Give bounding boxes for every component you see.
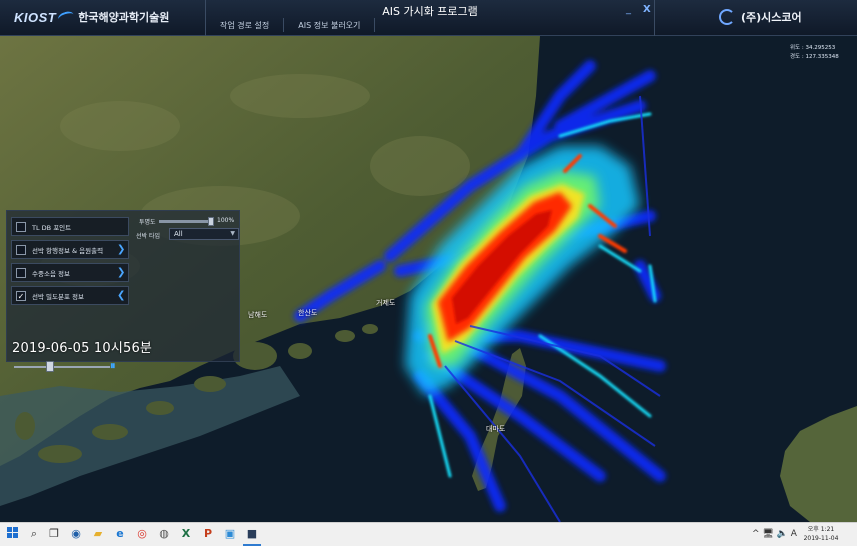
clock-date: 2019-11-04 xyxy=(803,535,839,542)
ship-type-select[interactable]: All ▼ xyxy=(169,228,239,240)
layer-row-noise[interactable]: 수중소음 정보 ❯ xyxy=(11,263,129,282)
minimize-button[interactable]: _ xyxy=(626,4,631,15)
swirl-logo-icon xyxy=(719,9,735,25)
ship-type-value: All xyxy=(174,230,183,238)
excel-icon[interactable]: X xyxy=(179,527,193,541)
time-slider-handle[interactable] xyxy=(46,361,55,372)
place-label-namhae: 남해도 xyxy=(248,311,268,319)
app-icon[interactable]: ◉ xyxy=(69,527,83,541)
opacity-slider-handle[interactable] xyxy=(208,217,214,226)
layer-checkbox-density[interactable]: ✓ xyxy=(16,290,26,301)
chevron-down-icon: ▼ xyxy=(230,230,235,237)
playback-datetime: 2019-06-05 10시56분 xyxy=(12,341,153,356)
layer-row-density[interactable]: ✓ 선박 밀도분포 정보 ❮ xyxy=(11,286,129,305)
ship-type-label: 선박 타입 xyxy=(136,233,160,240)
place-label-hansan: 한산도 xyxy=(298,309,318,317)
title-bar: KIOST 한국해양과학기술원 AIS 가시화 프로그램 작업 경로 설정 AI… xyxy=(0,0,857,36)
org-name: 한국해양과학기술원 xyxy=(78,11,170,24)
chevron-right-icon[interactable]: ❯ xyxy=(117,267,125,278)
time-slider-track[interactable] xyxy=(14,366,110,368)
layer-row-tl-db[interactable]: TL DB 포인트 xyxy=(11,217,129,236)
edge-icon[interactable]: e xyxy=(113,527,127,541)
opacity-value: 100% xyxy=(217,217,235,224)
layer-checkbox-noise[interactable] xyxy=(16,267,26,278)
app-icon[interactable]: ■ xyxy=(245,527,259,541)
kiost-logo: KIOST 한국해양과학기술원 xyxy=(14,9,169,25)
longitude-readout: 경도 : 127.335348 xyxy=(790,54,839,60)
task-view-icon[interactable]: ❐ xyxy=(47,527,61,541)
place-label-geoje: 거제도 xyxy=(376,299,396,307)
company-name: (주)시스코어 xyxy=(741,11,802,24)
chevron-right-icon[interactable]: ❯ xyxy=(117,244,125,255)
layer-checkbox-ship-nav[interactable] xyxy=(16,244,26,255)
file-explorer-icon[interactable]: ▰ xyxy=(91,527,105,541)
layer-label-ship-nav: 선박 항행정보 & 음원출력 xyxy=(32,246,104,255)
company-logo: (주)시스코어 xyxy=(719,9,802,25)
search-icon[interactable]: ⌕ xyxy=(27,527,41,541)
chrome-icon[interactable]: ◎ xyxy=(135,527,149,541)
system-tray[interactable]: ^ 🖥 🔈 A xyxy=(752,529,797,539)
title-center: AIS 가시화 프로그램 작업 경로 설정 AIS 정보 불러오기 _ X xyxy=(205,0,655,36)
layer-row-ship-nav[interactable]: 선박 항행정보 & 음원출력 ❯ xyxy=(11,240,129,259)
app-icon[interactable]: ◍ xyxy=(157,527,171,541)
layer-label-noise: 수중소음 정보 xyxy=(32,269,70,278)
opacity-slider-track[interactable] xyxy=(159,220,213,223)
app-icon[interactable]: ▣ xyxy=(223,527,237,541)
place-label-tsushima: 대마도 xyxy=(486,425,506,433)
menu-item-route-settings[interactable]: 작업 경로 설정 xyxy=(206,18,285,32)
menu-bar: 작업 경로 설정 AIS 정보 불러오기 xyxy=(206,18,376,32)
close-button[interactable]: X xyxy=(643,4,651,15)
kiost-swoosh-icon xyxy=(57,9,76,25)
clock-time: 오후 1:21 xyxy=(807,526,835,533)
opacity-label: 투명도 xyxy=(139,219,156,226)
app-title: AIS 가시화 프로그램 xyxy=(382,5,478,18)
layer-label-density: 선박 밀도분포 정보 xyxy=(32,292,84,301)
latitude-readout: 위도 : 34.295253 xyxy=(790,45,836,51)
kiost-brand-text: KIOST xyxy=(14,9,57,25)
coordinate-readout: 위도 : 34.295253 경도 : 127.335348 xyxy=(786,42,850,64)
layer-label-tl-db: TL DB 포인트 xyxy=(32,223,72,232)
windows-taskbar: ⌕ ❐ ◉ ▰ e ◎ ◍ X P ▣ ■ ^ 🖥 🔈 A 오후 1:21 20… xyxy=(0,522,857,546)
menu-item-load-ais[interactable]: AIS 정보 불러오기 xyxy=(284,18,376,32)
pause-button[interactable]: ⏸ xyxy=(110,359,116,373)
windows-icon[interactable] xyxy=(6,527,20,541)
powerpoint-icon[interactable]: P xyxy=(201,527,215,541)
taskbar-clock[interactable]: 오후 1:21 2019-11-04 xyxy=(795,525,847,543)
chevron-left-icon[interactable]: ❮ xyxy=(117,290,125,301)
layer-checkbox-tl-db[interactable] xyxy=(16,221,26,232)
